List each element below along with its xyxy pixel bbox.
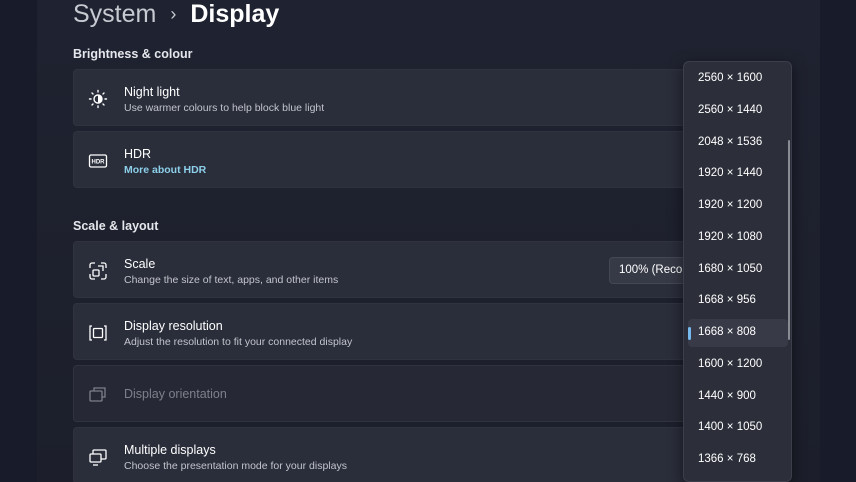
display-orientation-card: Display orientation <box>73 365 763 422</box>
hdr-icon: HDR <box>88 154 108 168</box>
resolution-option-label: 2048 × 1536 <box>698 135 763 148</box>
page-title: Display <box>190 0 280 28</box>
resolution-option[interactable]: 2560 × 1600 <box>688 65 788 93</box>
breadcrumb: System › Display <box>73 0 279 34</box>
hdr-card[interactable]: HDR HDR More about HDR <box>73 131 763 188</box>
resolution-option-label: 1680 × 1050 <box>698 262 763 275</box>
resolution-option[interactable]: 1920 × 1440 <box>688 160 788 188</box>
resolution-option-label: 1400 × 1050 <box>698 421 763 434</box>
chevron-right-icon: › <box>170 3 177 24</box>
resolution-option[interactable]: 2048 × 1536 <box>688 129 788 157</box>
resolution-option-label: 1668 × 956 <box>698 294 756 307</box>
scrollbar[interactable] <box>788 140 790 340</box>
night-light-description: Use warmer colours to help block blue li… <box>124 102 325 114</box>
resolution-option[interactable]: 1680 × 1050 <box>688 256 788 284</box>
resolution-dropdown-list[interactable]: 2560 × 1600 2560 × 1440 2048 × 1536 1920 × … <box>683 61 792 482</box>
section-title-brightness: Brightness & colour <box>73 47 193 61</box>
multiple-displays-card[interactable]: Multiple displays Choose the presentatio… <box>73 427 763 482</box>
sun-icon <box>88 89 108 109</box>
scale-icon <box>89 262 107 280</box>
resolution-option-label: 2560 × 1600 <box>698 72 763 84</box>
multiple-displays-icon <box>89 449 107 466</box>
night-light-title: Night light <box>124 85 180 99</box>
resolution-option-label: 1600 × 1200 <box>698 357 763 370</box>
resolution-option-label: 1920 × 1440 <box>698 167 763 180</box>
multiple-displays-description: Choose the presentation mode for your di… <box>124 460 347 472</box>
resolution-option-label: 1440 × 900 <box>698 389 756 402</box>
hdr-title: HDR <box>124 147 152 161</box>
svg-text:HDR: HDR <box>92 160 106 166</box>
resolution-option-label: 2560 × 1440 <box>698 103 763 116</box>
resolution-option-label: 1668 × 808 <box>698 326 756 338</box>
display-orientation-title: Display orientation <box>124 387 227 401</box>
resolution-option[interactable]: 1920 × 1080 <box>688 224 788 252</box>
resolution-option[interactable]: 1668 × 956 <box>688 287 788 315</box>
selection-indicator <box>688 327 691 340</box>
scale-title: Scale <box>124 257 156 271</box>
breadcrumb-system[interactable]: System <box>73 0 156 29</box>
display-resolution-card[interactable]: Display resolution Adjust the resolution… <box>73 303 763 360</box>
resolution-option[interactable]: 1440 × 900 <box>688 383 788 411</box>
resolution-option[interactable]: 2560 × 1440 <box>688 97 788 125</box>
section-title-scale-layout: Scale & layout <box>73 219 159 233</box>
resolution-option-label: 1920 × 1200 <box>698 199 763 211</box>
resolution-option[interactable]: 1400 × 1050 <box>688 414 788 442</box>
resolution-option-label: 1920 × 1080 <box>698 230 763 243</box>
screen-bezel-left <box>0 0 37 482</box>
scale-card[interactable]: Scale Change the size of text, apps, and… <box>73 241 764 298</box>
display-resolution-title: Display resolution <box>124 319 223 333</box>
resolution-option-label: 1366 × 768 <box>698 453 756 465</box>
night-light-card[interactable]: Night light Use warmer colours to help b… <box>73 69 763 126</box>
resolution-option[interactable]: 1920 × 1200 <box>688 192 788 220</box>
multiple-displays-title: Multiple displays <box>124 443 216 457</box>
resolution-option[interactable]: 1366 × 768 <box>688 446 788 474</box>
resolution-option[interactable]: 1668 × 808 <box>688 319 788 347</box>
display-resolution-description: Adjust the resolution to fit your connec… <box>124 336 353 348</box>
resolution-icon <box>89 325 107 341</box>
screen-bezel-right <box>820 0 856 482</box>
hdr-more-link[interactable]: More about HDR <box>124 164 206 176</box>
orientation-icon <box>89 387 106 402</box>
resolution-option[interactable]: 1600 × 1200 <box>688 351 788 379</box>
scale-description: Change the size of text, apps, and other… <box>124 274 339 286</box>
